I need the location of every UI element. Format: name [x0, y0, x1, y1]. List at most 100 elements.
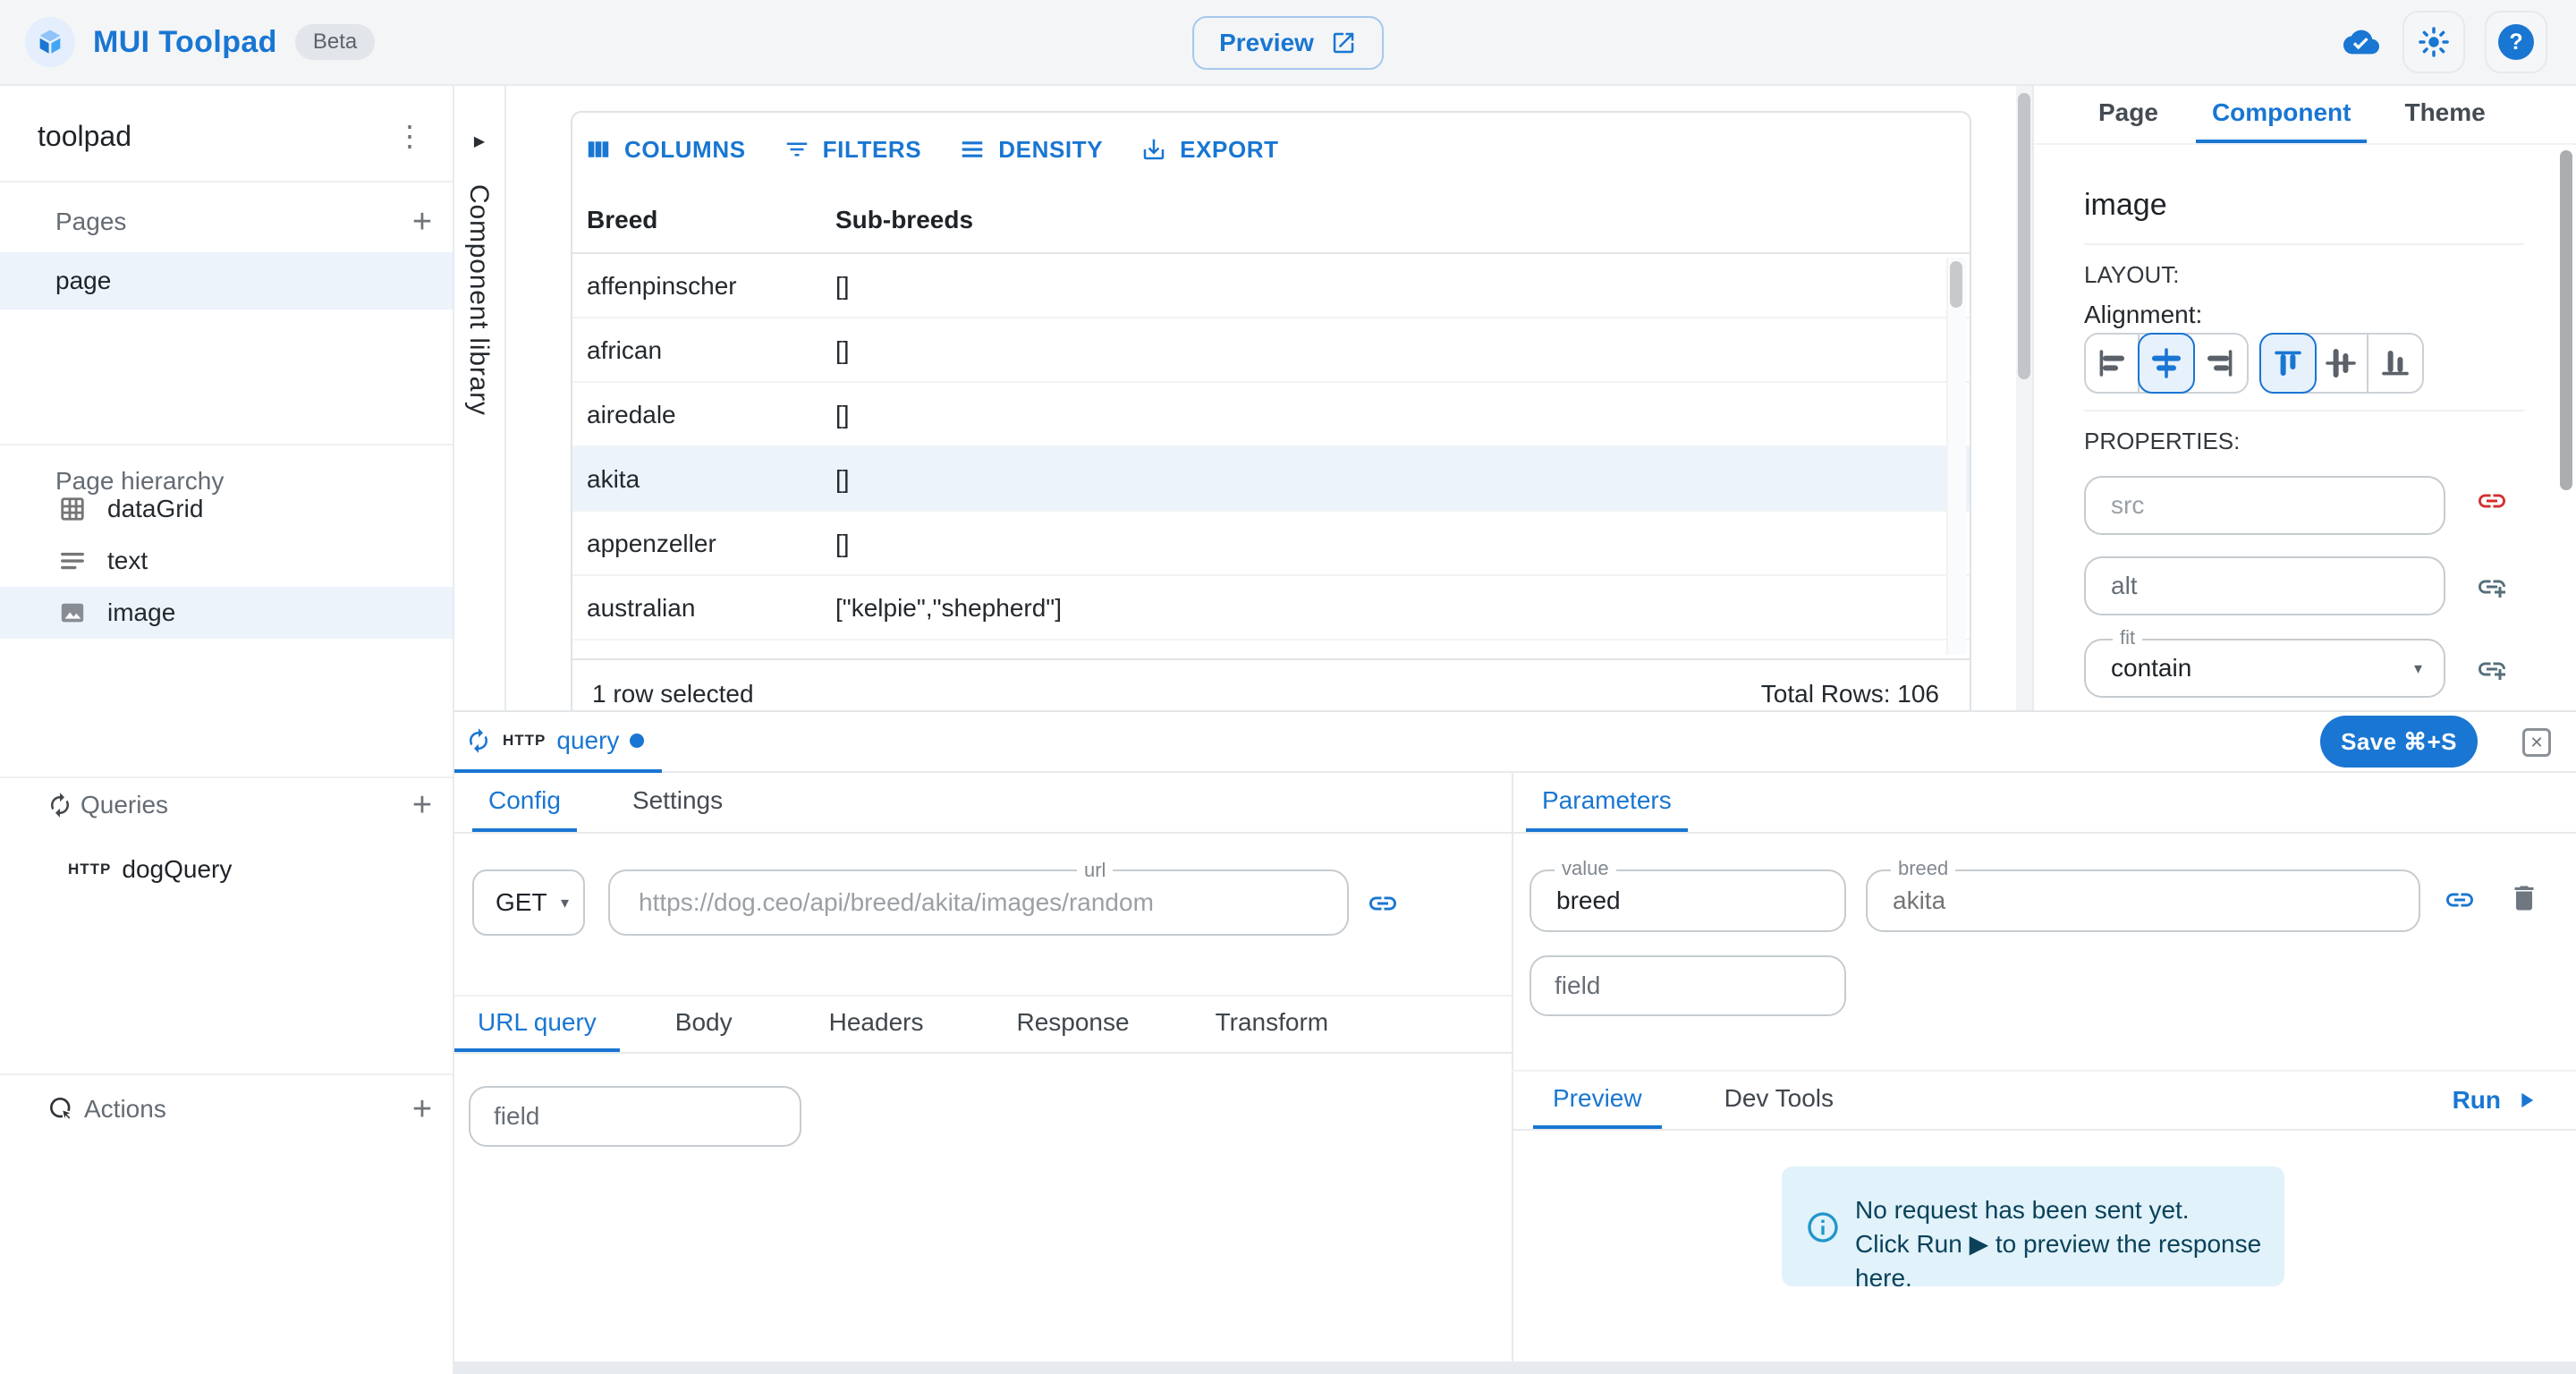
- binding-error-link-icon[interactable]: [2476, 485, 2508, 517]
- hierarchy-item-image[interactable]: image: [0, 587, 453, 639]
- table-row[interactable]: airedale []: [572, 383, 1970, 447]
- hierarchy-item-datagrid[interactable]: dataGrid: [0, 483, 453, 535]
- mui-toolpad-app: MUI Toolpad Beta Preview: [0, 0, 2576, 1374]
- columns-button[interactable]: COLUMNS: [585, 136, 746, 164]
- filters-button[interactable]: FILTERS: [784, 136, 922, 164]
- alt-field[interactable]: [2084, 556, 2445, 615]
- table-row[interactable]: african []: [572, 318, 1970, 383]
- expand-arrow-icon[interactable]: ▶: [454, 132, 504, 150]
- component-library-panel[interactable]: ▶ Component library: [454, 86, 506, 710]
- kebab-menu-icon[interactable]: ⋮: [395, 119, 424, 153]
- download-icon: [1140, 136, 1167, 163]
- preview-button[interactable]: Preview: [1192, 16, 1384, 70]
- align-center-horizontal-button[interactable]: [2138, 333, 2195, 394]
- add-action-button[interactable]: +: [406, 1093, 438, 1125]
- datagrid-header-row: Breed Sub-breeds: [572, 186, 1970, 254]
- src-field[interactable]: [2084, 476, 2445, 535]
- tab-component[interactable]: Component: [2196, 86, 2368, 143]
- url-query-field-input[interactable]: [469, 1086, 801, 1147]
- datagrid-icon: [59, 496, 86, 522]
- light-mode-icon: [2417, 25, 2451, 59]
- tab-response[interactable]: Response: [993, 997, 1152, 1052]
- align-top-button[interactable]: [2259, 333, 2317, 394]
- fit-field-label: fit: [2113, 626, 2142, 649]
- pages-section-header: Pages: [0, 197, 453, 247]
- add-page-button[interactable]: +: [406, 206, 438, 238]
- preview-label: Preview: [1219, 29, 1314, 57]
- http-badge: HTTP: [503, 732, 546, 750]
- scrollbar-thumb[interactable]: [2018, 93, 2030, 379]
- actions-section-header: Actions: [0, 1084, 453, 1134]
- export-button[interactable]: EXPORT: [1140, 136, 1279, 164]
- request-tabs: URL query Body Headers Response Transfor…: [454, 995, 1512, 1054]
- align-bottom-button[interactable]: [2368, 335, 2422, 392]
- url-input[interactable]: [608, 869, 1349, 936]
- tab-parameters[interactable]: Parameters: [1526, 773, 1688, 832]
- chevron-down-icon: ▾: [561, 894, 569, 912]
- tab-settings[interactable]: Settings: [616, 773, 739, 832]
- run-button[interactable]: Run: [2453, 1072, 2538, 1129]
- component-name: image: [2084, 188, 2167, 223]
- align-left-button[interactable]: [2086, 335, 2140, 392]
- cell-subbreeds: []: [835, 401, 850, 429]
- chevron-down-icon: ▾: [2414, 659, 2422, 678]
- explorer-sidebar: toolpad ⋮ Pages + page Page hierarchy da…: [0, 86, 454, 1374]
- help-button[interactable]: ?: [2485, 11, 2547, 73]
- tab-page[interactable]: Page: [2082, 86, 2174, 143]
- cell-breed: akita: [587, 465, 640, 494]
- param-value-label: breed: [1891, 857, 1955, 880]
- tab-theme[interactable]: Theme: [2388, 86, 2501, 143]
- new-param-field-input[interactable]: [1530, 955, 1846, 1016]
- sync-icon: [47, 792, 73, 818]
- delete-param-trash-icon[interactable]: [2508, 882, 2540, 914]
- hierarchy-item-label: image: [107, 598, 175, 627]
- add-binding-link-icon[interactable]: [2476, 571, 2508, 603]
- datagrid-scrollbar[interactable]: [1946, 258, 1966, 655]
- bind-url-link-icon[interactable]: [1367, 887, 1399, 920]
- scrollbar-thumb[interactable]: [2560, 150, 2572, 490]
- export-label: EXPORT: [1180, 136, 1279, 164]
- cell-breed: affenpinscher: [587, 272, 737, 301]
- canvas-scrollbar[interactable]: [2016, 86, 2032, 710]
- column-header-subbreeds[interactable]: Sub-breeds: [835, 206, 973, 234]
- tab-preview[interactable]: Preview: [1533, 1072, 1662, 1129]
- image-icon: [59, 599, 86, 626]
- sidebar-item-page[interactable]: page: [0, 252, 453, 310]
- preview-tabs: Preview Dev Tools Run: [1512, 1070, 2576, 1131]
- tab-body[interactable]: Body: [652, 997, 756, 1052]
- tab-config[interactable]: Config: [472, 773, 577, 832]
- align-right-button[interactable]: [2193, 335, 2247, 392]
- column-header-breed[interactable]: Breed: [587, 206, 657, 234]
- save-button[interactable]: Save ⌘+S: [2320, 716, 2478, 768]
- add-binding-link-icon[interactable]: [2476, 653, 2508, 685]
- datagrid-component[interactable]: COLUMNS FILTERS DENSITY: [571, 111, 1971, 710]
- help-icon: ?: [2498, 24, 2534, 60]
- tab-dev-tools[interactable]: Dev Tools: [1705, 1072, 1853, 1129]
- tab-headers[interactable]: Headers: [806, 997, 947, 1052]
- component-library-label: Component library: [463, 184, 494, 416]
- query-editor-tab[interactable]: HTTP query: [454, 712, 662, 773]
- close-icon[interactable]: ✕: [2522, 728, 2551, 757]
- table-row[interactable]: affenpinscher []: [572, 254, 1970, 318]
- table-row[interactable]: appenzeller []: [572, 512, 1970, 576]
- query-item-dogquery[interactable]: HTTP dogQuery: [0, 844, 453, 895]
- theme-toggle-button[interactable]: [2402, 11, 2465, 73]
- add-query-button[interactable]: +: [406, 789, 438, 821]
- table-row-selected[interactable]: akita []: [572, 447, 1970, 512]
- open-in-new-icon: [1330, 30, 1357, 56]
- tab-transform[interactable]: Transform: [1192, 997, 1352, 1052]
- align-center-vertical-button[interactable]: [2315, 335, 2368, 392]
- run-label: Run: [2453, 1086, 2501, 1115]
- table-row[interactable]: australian ["kelpie","shepherd"]: [572, 576, 1970, 640]
- tab-url-query[interactable]: URL query: [454, 997, 620, 1052]
- bind-param-link-icon[interactable]: [2444, 884, 2476, 916]
- project-name: toolpad: [38, 120, 131, 153]
- brand: MUI Toolpad Beta: [25, 0, 375, 84]
- density-button[interactable]: DENSITY: [959, 136, 1103, 164]
- hierarchy-item-text[interactable]: text: [0, 535, 453, 587]
- queries-section-header: Queries: [0, 780, 453, 830]
- method-select[interactable]: GET ▾: [472, 869, 585, 936]
- scrollbar-thumb[interactable]: [1950, 261, 1962, 308]
- page-canvas: COLUMNS FILTERS DENSITY: [506, 86, 2016, 710]
- cursor-click-icon: [48, 1096, 75, 1123]
